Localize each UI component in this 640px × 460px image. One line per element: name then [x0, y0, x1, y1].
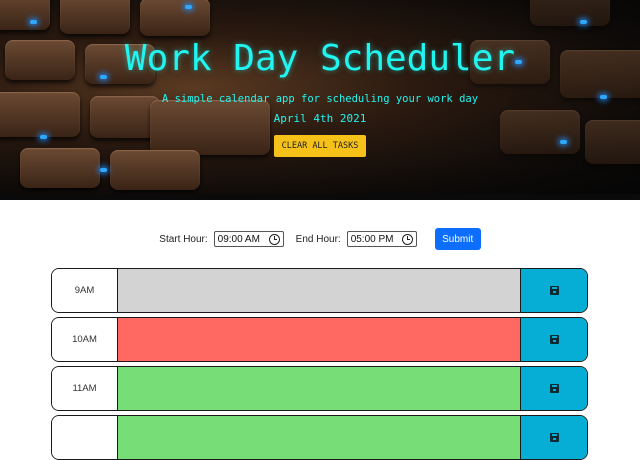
clock-icon[interactable] — [401, 233, 413, 245]
page-subtitle: A simple calendar app for scheduling you… — [161, 93, 479, 105]
key-glow-decoration — [560, 140, 567, 144]
hour-label: 10AM — [52, 318, 118, 361]
clear-all-tasks-button[interactable]: CLEAR ALL TASKS — [274, 135, 366, 157]
keyboard-key-decoration — [110, 150, 200, 190]
keyboard-key-decoration — [20, 148, 100, 188]
start-hour-label: Start Hour: — [159, 233, 208, 245]
save-button[interactable] — [521, 367, 587, 410]
hour-label: 9AM — [52, 269, 118, 312]
end-hour-input[interactable]: 05:00 PM — [346, 231, 417, 247]
time-block-row: 10AM — [51, 317, 588, 362]
key-glow-decoration — [580, 20, 587, 24]
task-input[interactable] — [118, 269, 521, 312]
save-button[interactable] — [521, 269, 587, 312]
task-input[interactable] — [118, 416, 521, 459]
current-date: April 4th 2021 — [273, 112, 367, 125]
save-icon — [549, 433, 559, 442]
time-block-row: 11AM — [51, 366, 588, 411]
keyboard-key-decoration — [0, 0, 50, 30]
page-title: Work Day Scheduler — [124, 38, 516, 79]
keyboard-key-decoration — [585, 120, 640, 164]
hour-label — [52, 416, 118, 459]
key-glow-decoration — [40, 135, 47, 139]
save-button[interactable] — [521, 318, 587, 361]
task-input[interactable] — [118, 318, 521, 361]
keyboard-key-decoration — [150, 100, 270, 155]
save-icon — [549, 384, 559, 393]
start-hour-value: 09:00 AM — [217, 233, 260, 245]
keyboard-key-decoration — [140, 0, 210, 36]
save-button[interactable] — [521, 416, 587, 459]
keyboard-key-decoration — [530, 0, 610, 26]
key-glow-decoration — [30, 20, 37, 24]
keyboard-key-decoration — [60, 0, 130, 34]
end-hour-label: End Hour: — [295, 233, 341, 245]
save-icon — [549, 335, 559, 344]
hour-label: 11AM — [52, 367, 118, 410]
task-input[interactable] — [118, 367, 521, 410]
start-hour-input[interactable]: 09:00 AM — [213, 231, 284, 247]
hours-form: Start Hour: 09:00 AM End Hour: 05:00 PM … — [0, 228, 640, 250]
time-block-row — [51, 415, 588, 460]
banner-divider — [0, 194, 640, 200]
submit-button[interactable]: Submit — [434, 228, 481, 250]
save-icon — [549, 286, 559, 295]
key-glow-decoration — [100, 168, 107, 172]
time-block-row: 9AM — [51, 268, 588, 313]
key-glow-decoration — [185, 5, 192, 9]
header-banner: Work Day Scheduler A simple calendar app… — [0, 0, 640, 194]
end-hour-value: 05:00 PM — [350, 233, 394, 245]
clock-icon[interactable] — [268, 233, 280, 245]
